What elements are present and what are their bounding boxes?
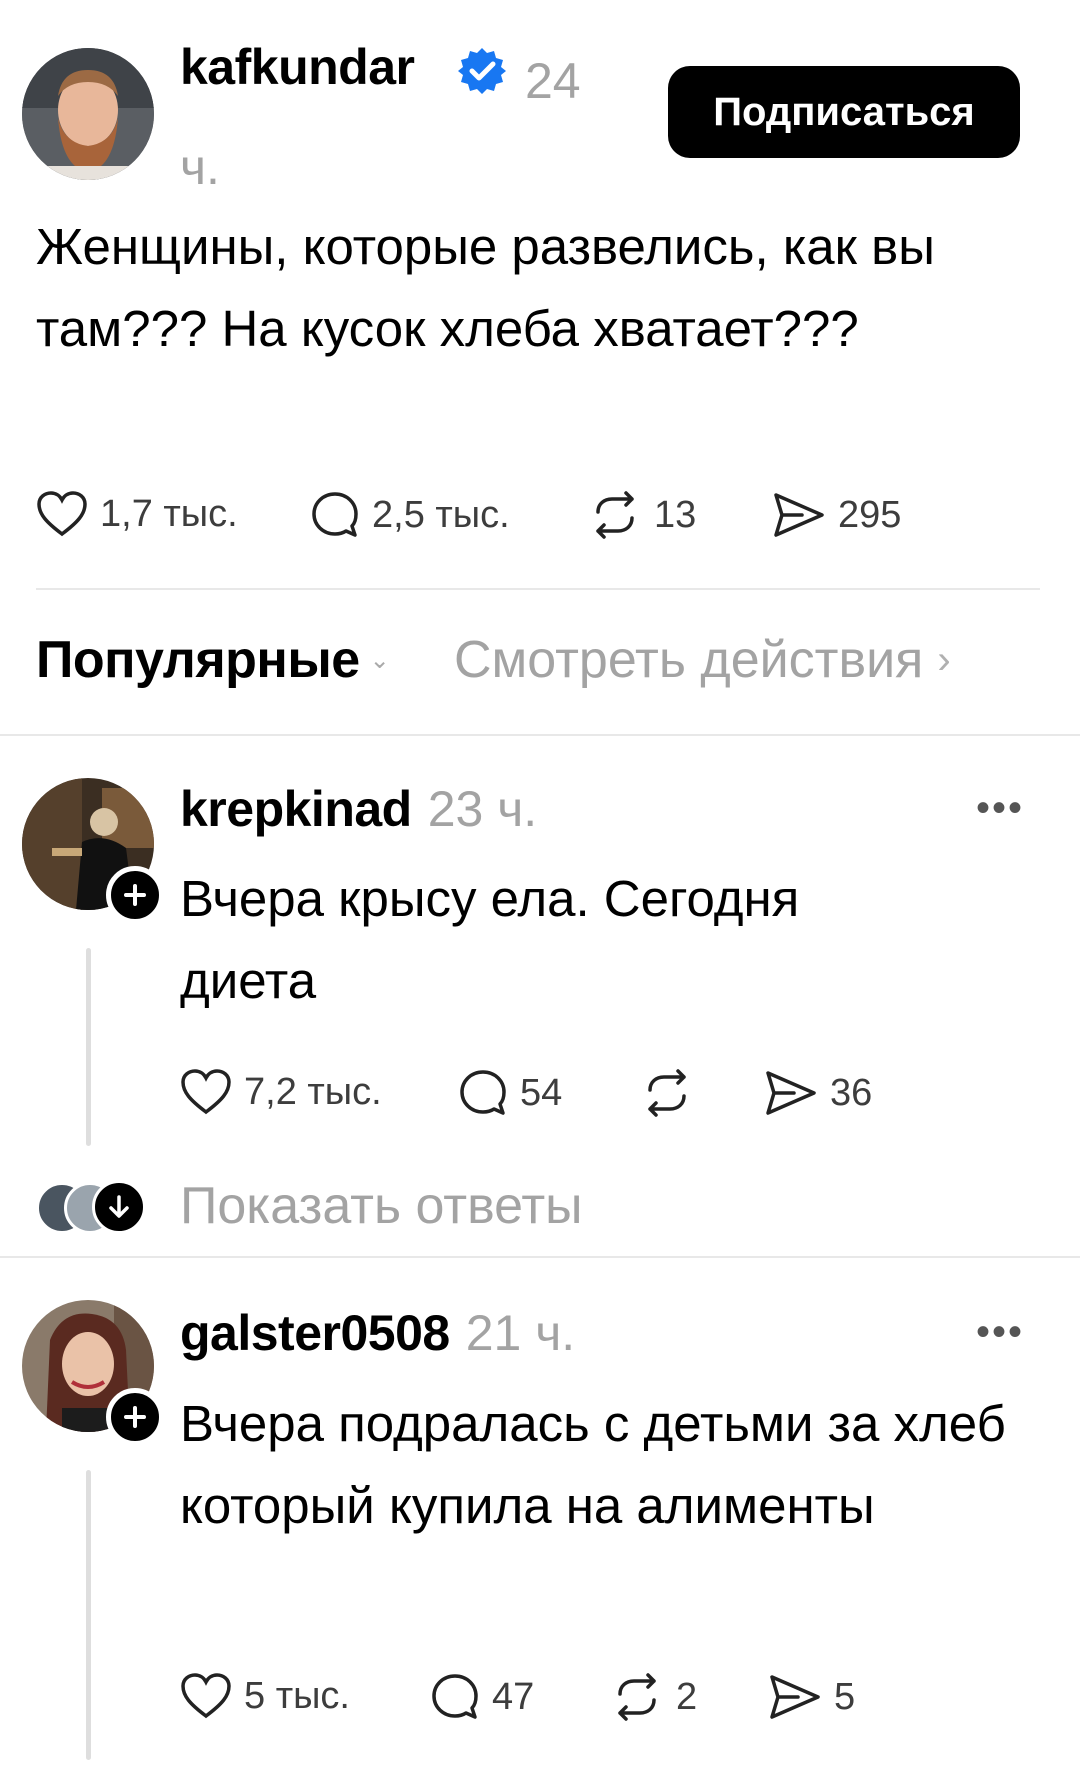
post-like-button[interactable]: 1,7 тыс. [36,490,238,538]
plus-icon [124,1406,146,1428]
thread-line [86,948,91,1146]
comment-bubble-icon [432,1674,478,1719]
comment-like-button[interactable]: 7,2 тыс. [180,1068,382,1116]
follow-button-label: Подписаться [713,89,975,134]
comment-author-username[interactable]: krepkinad [180,780,412,838]
send-icon [770,1675,820,1719]
comment-reply-count: 54 [520,1071,563,1114]
repost-icon [618,1673,656,1721]
post-time: 24 ч. [180,53,581,195]
post-divider [36,588,1040,590]
heart-icon [181,1673,231,1719]
more-dots-icon[interactable]: ••• [976,1310,1024,1355]
comment-text: Вчера крысу ела. Сегодня диета [180,870,800,1009]
reply-avatars-stack[interactable] [36,1180,146,1234]
comment-repost-count: 2 [676,1675,698,1718]
post-like-count: 1,7 тыс. [100,492,238,535]
repost-icon [596,491,634,539]
comment-repost-button[interactable] [640,1068,706,1118]
comment-like-button[interactable]: 5 тыс. [180,1672,350,1720]
section-divider [0,734,1080,736]
comment-header: galster0508 21 ч. [180,1304,575,1362]
heart-icon [37,491,87,537]
show-replies-link[interactable]: Показать ответы [180,1176,583,1236]
post-repost-button[interactable]: 13 [588,490,696,540]
post-author-avatar[interactable] [22,48,154,180]
chevron-right-icon: › [937,637,951,682]
follow-button[interactable]: Подписаться [668,66,1020,158]
post-repost-count: 13 [654,493,697,536]
comment-share-count: 36 [830,1071,873,1114]
comment-like-count: 5 тыс. [244,1674,350,1717]
comment-text: Вчера подралась с детьми за хлеб который… [180,1395,1006,1534]
view-activity-link[interactable]: Смотреть действия › [454,630,951,690]
send-icon [774,493,824,537]
comment-share-count: 5 [834,1675,856,1718]
comment-bubble-icon [312,492,358,537]
plus-icon [124,884,146,906]
sort-dropdown[interactable]: Популярные ⌄ [36,630,390,690]
post-text: Женщины, которые развелись, как вы там??… [36,218,935,357]
comment-reply-count: 47 [492,1675,535,1718]
comment-time: 23 ч. [427,781,538,837]
arrow-down-icon [92,1180,146,1234]
comment-header: krepkinad 23 ч. [180,780,537,838]
follow-plus-button[interactable] [106,866,164,924]
view-activity-label: Смотреть действия [454,631,924,689]
sort-label: Популярные [36,631,360,689]
comment-like-count: 7,2 тыс. [244,1070,382,1113]
comment-share-button[interactable]: 5 [768,1672,855,1722]
comment-bubble-icon [460,1070,506,1115]
thread-line [86,1470,91,1760]
section-divider [0,1256,1080,1258]
follow-plus-button[interactable] [106,1388,164,1446]
comment-repost-button[interactable]: 2 [610,1672,697,1722]
comment-time: 21 ч. [465,1305,576,1361]
chevron-down-icon: ⌄ [369,646,390,674]
comment-share-button[interactable]: 36 [764,1068,872,1118]
more-dots-icon[interactable]: ••• [976,786,1024,831]
heart-icon [181,1069,231,1115]
comment-reply-button[interactable]: 54 [458,1068,562,1118]
post-share-button[interactable]: 295 [772,490,901,540]
post-comment-count: 2,5 тыс. [372,493,510,536]
repost-icon [648,1069,686,1117]
post-comment-button[interactable]: 2,5 тыс. [310,490,510,540]
post-share-count: 295 [838,493,902,536]
send-icon [766,1071,816,1115]
comment-author-username[interactable]: galster0508 [180,1304,450,1362]
comment-reply-button[interactable]: 47 [430,1672,534,1722]
